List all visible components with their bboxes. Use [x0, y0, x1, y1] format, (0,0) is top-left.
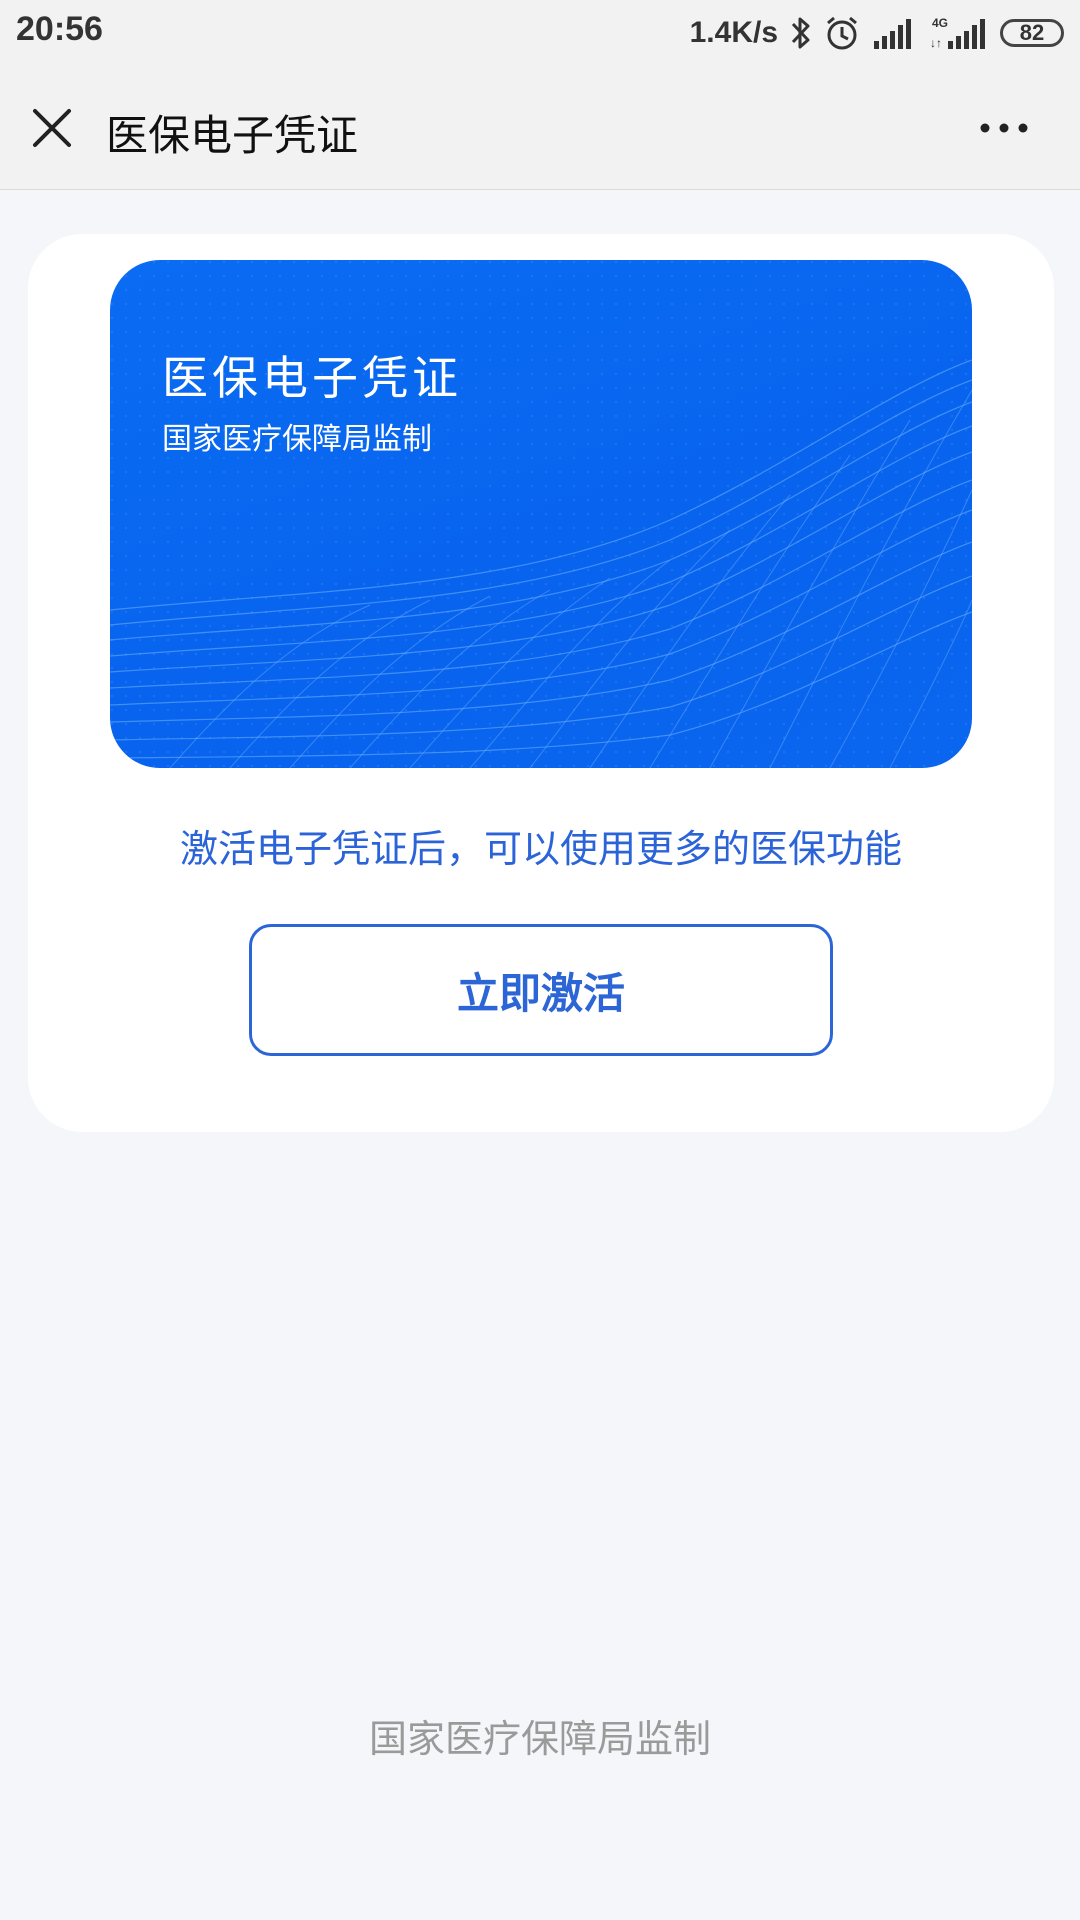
status-bar: 20:56 1.4K/s 4G ↓↑ 82 [0, 0, 1080, 66]
signal-icon [872, 17, 916, 49]
more-button[interactable] [964, 108, 1044, 148]
signal-4g-icon: 4G ↓↑ [928, 15, 988, 51]
close-icon [33, 109, 71, 147]
card-title: 医保电子凭证 [162, 351, 462, 405]
activate-hint: 激活电子凭证后，可以使用更多的医保功能 [179, 827, 902, 871]
wave-pattern [110, 260, 972, 768]
activate-button[interactable]: 立即激活 [249, 924, 833, 1056]
credential-card[interactable]: 医保电子凭证 国家医疗保障局监制 [110, 260, 972, 768]
svg-text:4G: 4G [932, 16, 948, 30]
more-icon [980, 123, 1028, 133]
net-speed: 1.4K/s [689, 16, 778, 49]
close-button[interactable] [22, 98, 82, 158]
battery-indicator: 82 [1000, 19, 1064, 47]
alarm-icon [824, 15, 860, 51]
title-bar: 医保电子凭证 [0, 66, 1080, 190]
credential-panel: 医保电子凭证 国家医疗保障局监制 激活电子凭证后，可以使用更多的医保功能 立即激… [28, 234, 1054, 1132]
status-time: 20:56 [16, 10, 103, 48]
status-indicators: 1.4K/s 4G ↓↑ 82 [690, 12, 1064, 54]
footer-supervision-text: 国家医疗保障局监制 [368, 1717, 711, 1761]
bluetooth-icon [790, 15, 812, 51]
svg-text:↓↑: ↓↑ [930, 36, 942, 50]
card-subtitle: 国家医疗保障局监制 [162, 422, 432, 457]
page-title: 医保电子凭证 [106, 111, 359, 160]
